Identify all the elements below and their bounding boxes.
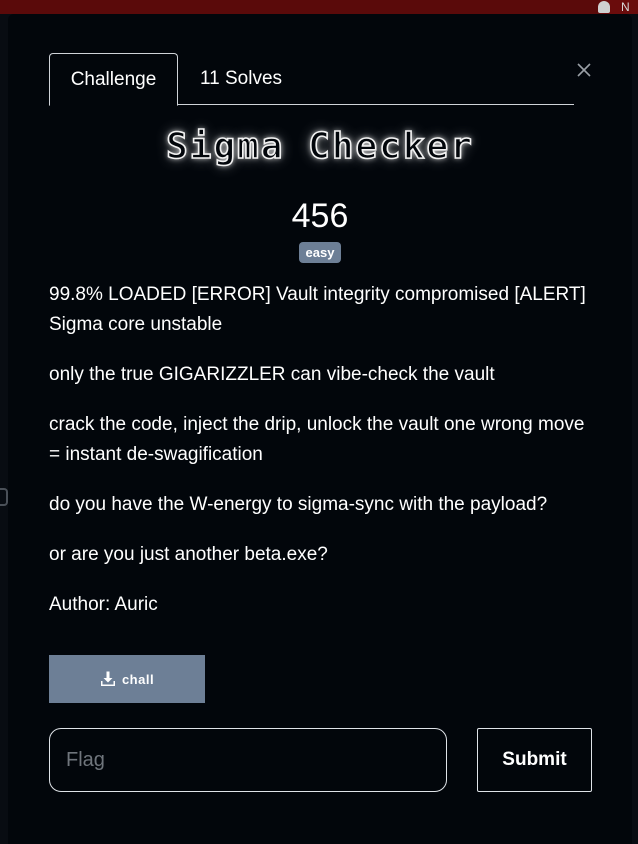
modal-tabs: Challenge 11 Solves <box>49 53 574 106</box>
submit-button[interactable]: Submit <box>477 728 592 792</box>
download-icon <box>100 671 116 687</box>
description-paragraph: crack the code, inject the drip, unlock … <box>49 414 585 465</box>
challenge-points: 456 <box>291 197 349 235</box>
challenge-modal: Challenge 11 Solves Sigma Checker 456 ea… <box>8 14 632 844</box>
tab-solves[interactable]: 11 Solves <box>200 53 282 105</box>
description-paragraph: only the true GIGARIZZLER can vibe-check… <box>49 364 495 385</box>
tab-challenge[interactable]: Challenge <box>49 53 178 106</box>
difficulty-badge: easy <box>298 242 342 263</box>
description-paragraph: do you have the W-energy to sigma-sync w… <box>49 494 548 515</box>
close-icon[interactable] <box>575 61 593 79</box>
top-navbar <box>0 0 638 14</box>
background-page-icon <box>0 488 8 506</box>
flag-input[interactable] <box>49 728 447 792</box>
description-paragraph: or are you just another beta.exe? <box>49 544 328 565</box>
challenge-description: 99.8% LOADED [ERROR] Vault integrity com… <box>49 280 589 640</box>
challenge-name: Sigma Checker <box>165 125 474 168</box>
download-chall-button[interactable]: chall <box>49 655 205 703</box>
difficulty-badge-container: easy <box>8 242 632 263</box>
download-label: chall <box>121 671 155 687</box>
author-line: Author: Auric <box>49 594 158 615</box>
navbar-text[interactable]: N <box>621 0 630 14</box>
description-paragraph: 99.8% LOADED [ERROR] Vault integrity com… <box>49 284 586 335</box>
notification-bell-icon[interactable] <box>598 1 610 13</box>
